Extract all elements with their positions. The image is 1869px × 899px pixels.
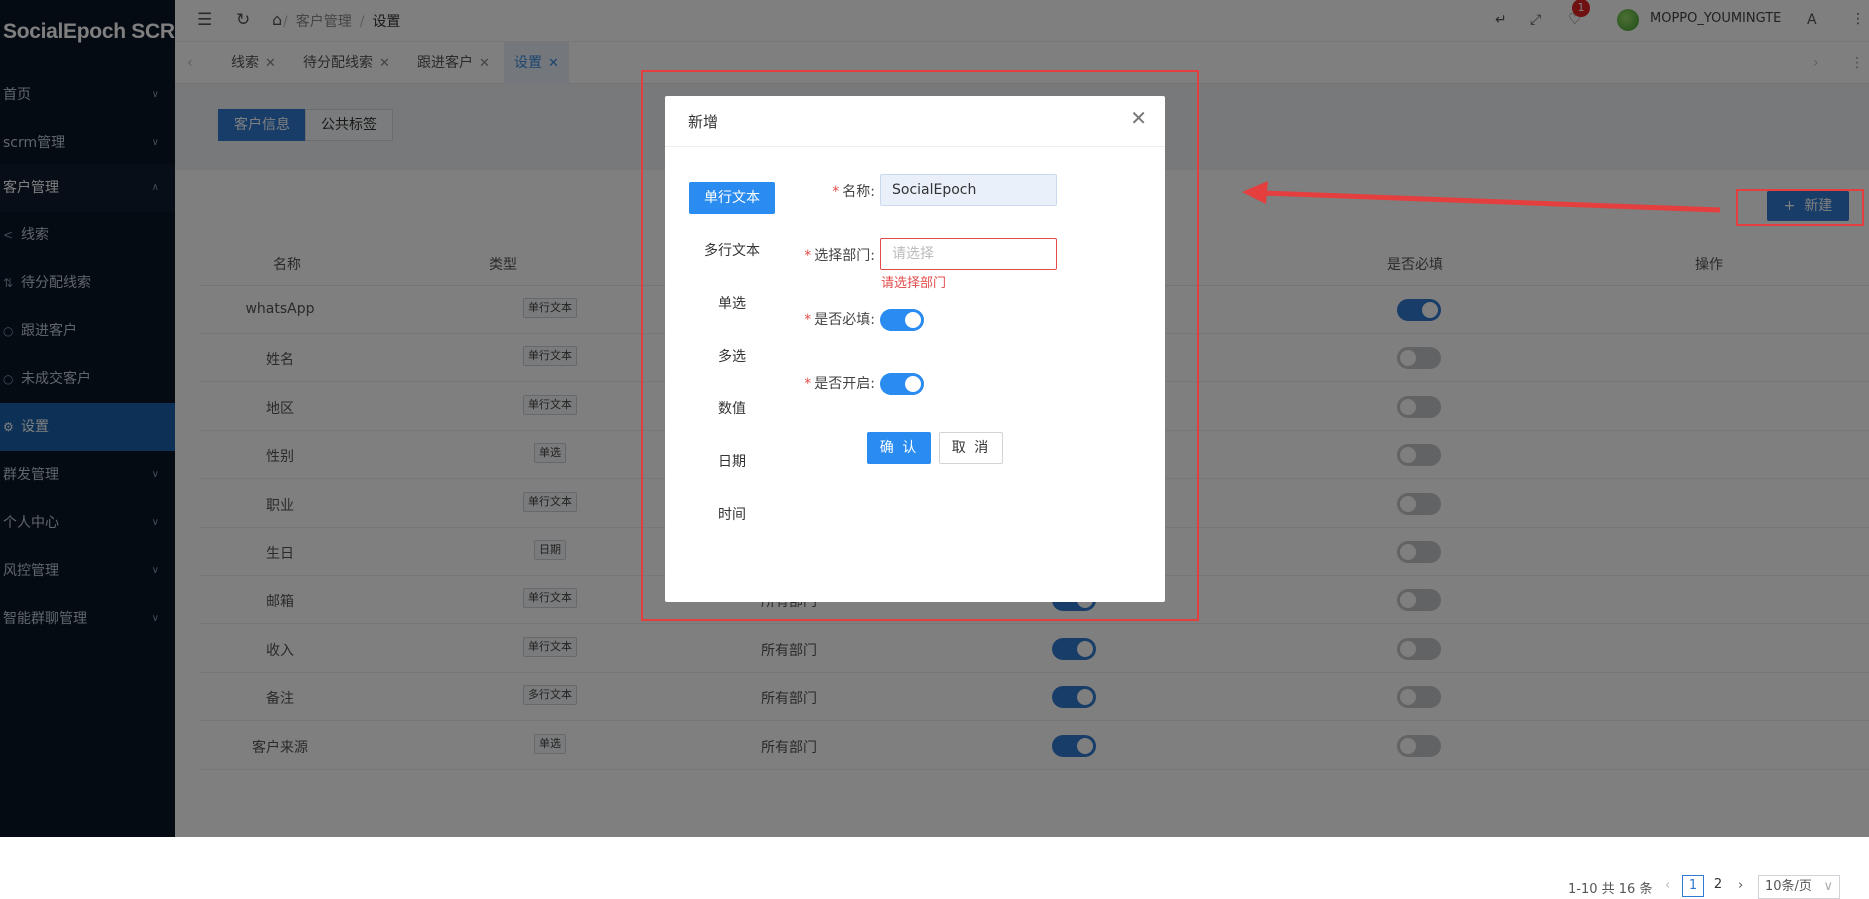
page-button[interactable]: 1 <box>1682 875 1704 897</box>
page-button[interactable]: 2 <box>1707 875 1729 897</box>
annotation-arrow <box>1242 181 1721 213</box>
arrow-shaft <box>1261 190 1721 213</box>
page-size-select[interactable]: 10条/页 ∨ <box>1758 875 1840 899</box>
arrow-head-icon <box>1242 181 1268 204</box>
chevron-down-icon: ∨ <box>1823 879 1833 894</box>
prev-page-icon[interactable]: ‹ <box>1665 878 1670 893</box>
next-page-icon[interactable]: › <box>1738 878 1743 893</box>
pagination-summary: 1-10 共 16 条 <box>1568 882 1653 897</box>
